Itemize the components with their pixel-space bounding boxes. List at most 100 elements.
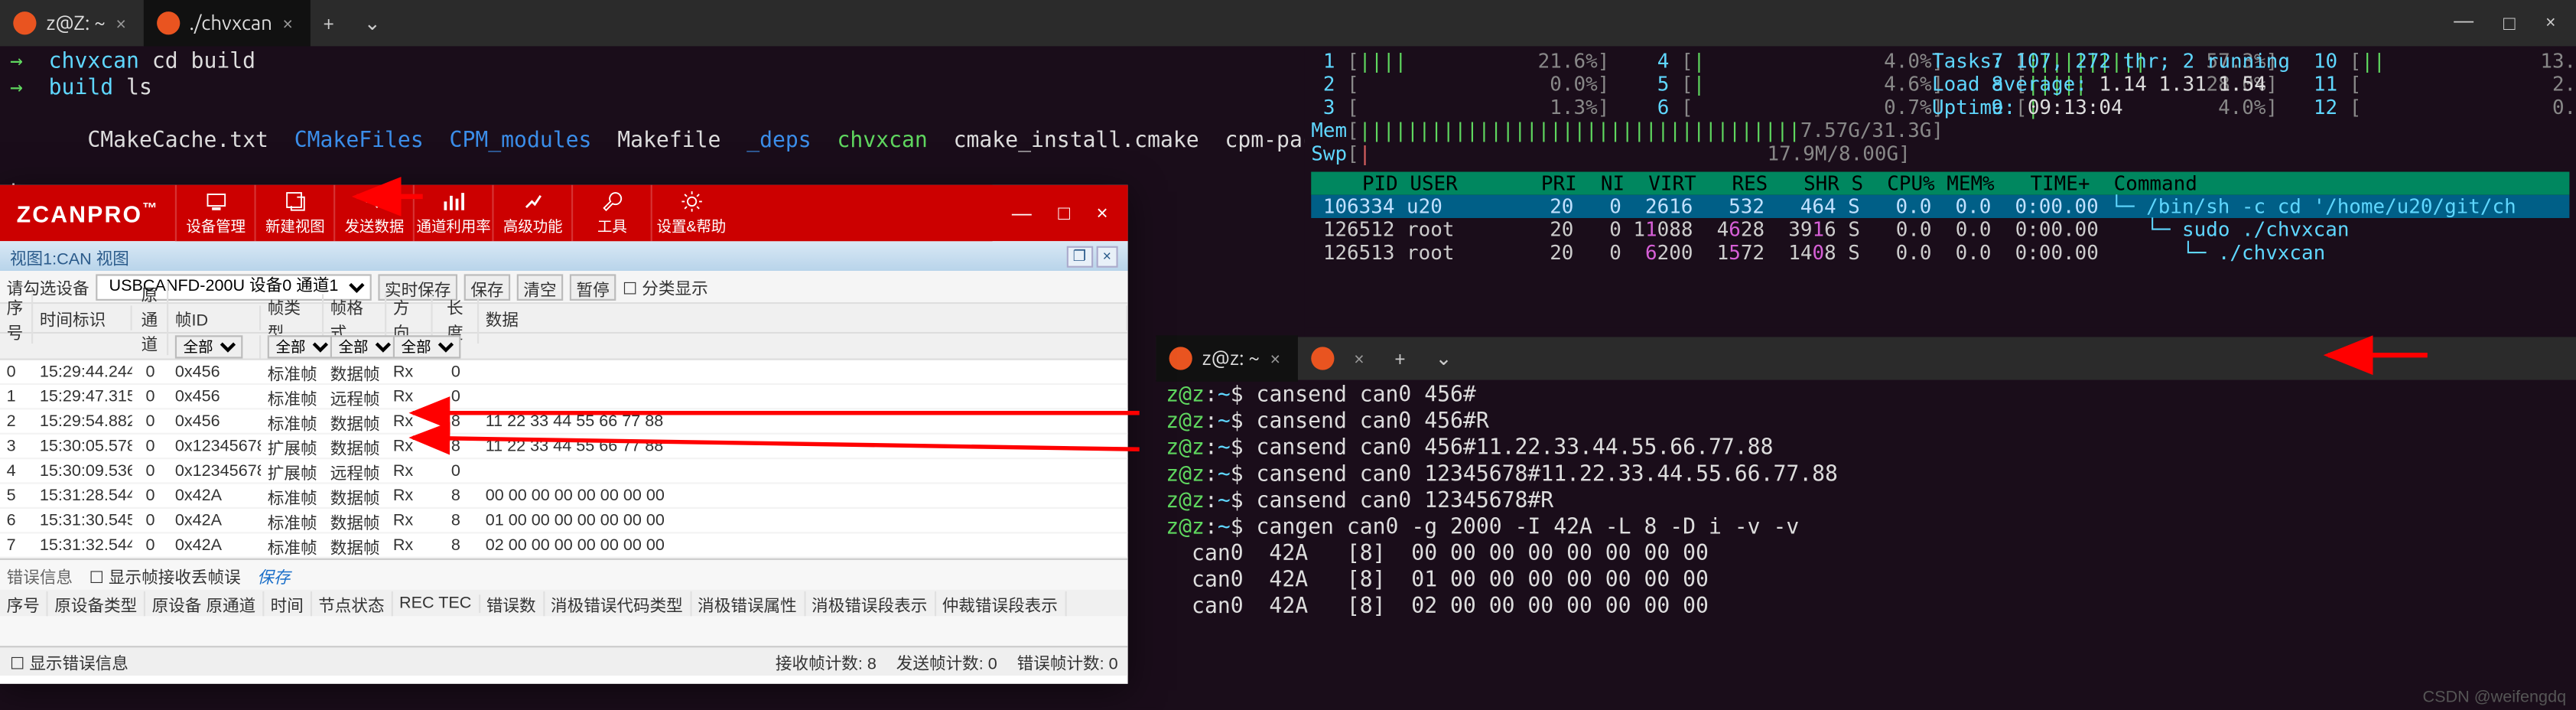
- tab-br-1[interactable]: z@z: ~ ×: [1156, 335, 1297, 381]
- table-row[interactable]: 515:31:28.54400x42A标准帧数据帧Rx800 00 00 00 …: [0, 484, 1128, 509]
- toolbar-send-data[interactable]: 发送数据: [334, 185, 414, 241]
- btn-clear[interactable]: 清空: [517, 273, 563, 300]
- new-tab-button[interactable]: +: [1381, 335, 1423, 381]
- terminal-bottom-right-window: z@z: ~ × × + ⌄ z@z:~$ cansend can0 456#z…: [1156, 337, 2576, 710]
- table-row[interactable]: 115:29:47.31500x456标准帧远程帧Rx0: [0, 385, 1128, 409]
- toolbar-label: 新建视图: [265, 215, 325, 236]
- err-chk[interactable]: 显示帧接收丢帧误: [89, 562, 241, 587]
- table-row[interactable]: 715:31:32.54400x42A标准帧数据帧Rx802 00 00 00 …: [0, 533, 1128, 558]
- htop-row[interactable]: 126513 root 20 0 6200 1572 1408 S 0.0 0.…: [1311, 241, 2569, 264]
- err-header-cell: 原设备 原通道: [145, 591, 264, 615]
- cpu-meter: 5 [| 4.6%]: [1645, 73, 1979, 96]
- htop-panel[interactable]: 1 [|||| 21.6%] 4 [| 4.0%] 7 [|||||||||| …: [1305, 46, 2576, 327]
- titlebar: z@Z: ~ × ./chvxcan × + ⌄ — □ ×: [0, 0, 2576, 46]
- maximize-button[interactable]: □: [2503, 11, 2516, 34]
- err-header-cell: 错误数: [480, 591, 544, 615]
- zcan-subtitle: 视图1:CAN 视图: [10, 243, 129, 268]
- zcan-minimize[interactable]: —: [1002, 198, 1042, 228]
- tab-br-2[interactable]: ×: [1297, 335, 1381, 381]
- zcan-maximize[interactable]: □: [1048, 198, 1080, 228]
- err-save[interactable]: 保存: [257, 562, 290, 587]
- ubuntu-icon: [156, 11, 179, 34]
- zcan-titlebar[interactable]: ZCANPRO™ 设备管理新建视图发送数据通道利用率高级功能工具设置&帮助 — …: [0, 185, 1128, 241]
- zcan-sub-restore[interactable]: ❐: [1066, 246, 1093, 267]
- toolbar-label: 设备管理: [186, 215, 246, 236]
- zcan-filter-bar: 请勾选设备 USBCANFD-200U 设备0 通道1 实时保存 保存 清空 暂…: [0, 271, 1128, 304]
- cpu-meter: 6 [ 0.7%]: [1645, 96, 1979, 119]
- status-chk[interactable]: 显示错误信息: [10, 649, 128, 673]
- toolbar-device-manage[interactable]: 设备管理: [175, 185, 255, 241]
- zcan-filter-row: 全部 全部 全部 全部: [0, 334, 1128, 360]
- zcanpro-window: ZCANPRO™ 设备管理新建视图发送数据通道利用率高级功能工具设置&帮助 — …: [0, 185, 1128, 684]
- zcan-sub-close[interactable]: ×: [1096, 246, 1118, 267]
- table-row[interactable]: 615:31:30.54500x42A标准帧数据帧Rx801 00 00 00 …: [0, 509, 1128, 533]
- table-row[interactable]: 015:29:44.24400x456标准帧数据帧Rx0: [0, 360, 1128, 385]
- close-icon[interactable]: ×: [115, 12, 127, 34]
- terminal-line: z@z:~$ cansend can0 456#11.22.33.44.55.6…: [1166, 436, 2566, 463]
- cpu-meter: 4 [| 4.0%]: [1645, 50, 1979, 73]
- tab-2[interactable]: ./chvxcan ×: [143, 0, 310, 46]
- zcan-subtitle-bar: 视图1:CAN 视图 ❐×: [0, 241, 1128, 271]
- htop-process-list: 106334 u20 20 0 2616 532 464 S 0.0 0.0 0…: [1311, 195, 2569, 265]
- zcan-close[interactable]: ×: [1087, 198, 1118, 228]
- terminal-line: z@z:~$ cansend can0 456#R: [1166, 409, 2566, 436]
- status-rx: 接收帧计数: 8: [776, 649, 877, 673]
- close-icon[interactable]: ×: [1270, 347, 1281, 369]
- minimize-button[interactable]: —: [2454, 11, 2474, 34]
- zcan-err-header: 序号原设备类型原设备 原通道时间节点状态REC TEC错误数消极错误代码类型消极…: [0, 590, 1128, 617]
- zcan-table: 序号 时间标识 原通道 帧ID 帧类型 帧格式 方向 长度 数据 全部 全部 全…: [0, 304, 1128, 558]
- tab-dropdown[interactable]: ⌄: [351, 0, 398, 46]
- chk-classify[interactable]: ☐ 分类显示: [623, 274, 708, 298]
- err-header-cell: 仲裁错误段表示: [935, 591, 1066, 615]
- status-tx: 发送帧计数: 0: [896, 649, 997, 673]
- cpu-meter: 1 [|||| 21.6%]: [1311, 50, 1645, 73]
- ubuntu-icon: [1310, 347, 1333, 370]
- toolbar-label: 高级功能: [503, 215, 563, 236]
- table-row[interactable]: 315:30:05.57800x12345678扩展帧数据帧Rx811 22 3…: [0, 435, 1128, 459]
- close-button[interactable]: ×: [2545, 11, 2556, 34]
- toolbar-settings-help[interactable]: 设置&帮助: [651, 185, 730, 241]
- table-row[interactable]: 215:29:54.88200x456标准帧数据帧Rx811 22 33 44 …: [0, 409, 1128, 434]
- toolbar-label: 通道利用率: [417, 215, 491, 236]
- terminal-bottom-right[interactable]: z@z:~$ cansend can0 456#z@z:~$ cansend c…: [1156, 380, 2576, 625]
- filter-id[interactable]: 全部: [175, 334, 243, 357]
- err-header-cell: 序号: [0, 591, 48, 615]
- new-tab-button[interactable]: +: [310, 0, 351, 46]
- toolbar-tools[interactable]: 工具: [572, 185, 652, 241]
- ubuntu-icon: [1169, 347, 1192, 370]
- toolbar-channel-util[interactable]: 通道利用率: [413, 185, 493, 241]
- toolbar-label: 设置&帮助: [657, 215, 727, 236]
- err-header-cell: 时间: [264, 591, 312, 615]
- close-icon[interactable]: ×: [1354, 347, 1365, 369]
- zcan-statusbar: 显示错误信息 接收帧计数: 8 发送帧计数: 0 错误帧计数: 0: [0, 646, 1128, 676]
- terminal-br-titlebar: z@z: ~ × × + ⌄: [1156, 337, 2576, 379]
- cpu-meter: 10 [|| 13.2%]: [2314, 50, 2576, 73]
- err-header-cell: 消极错误代码类型: [544, 591, 691, 615]
- err-header-cell: REC TEC: [392, 594, 480, 612]
- btn-pause[interactable]: 暂停: [570, 273, 616, 300]
- zcan-table-body: 015:29:44.24400x456标准帧数据帧Rx0115:29:47.31…: [0, 360, 1128, 559]
- cpu-meter: 11 [ 2.0%]: [2314, 73, 2576, 96]
- table-row[interactable]: 415:30:09.53600x12345678扩展帧远程帧Rx0: [0, 459, 1128, 484]
- tab-1[interactable]: z@Z: ~ ×: [0, 0, 143, 46]
- ubuntu-icon: [13, 11, 36, 34]
- htop-row[interactable]: 106334 u20 20 0 2616 532 464 S 0.0 0.0 0…: [1311, 195, 2569, 218]
- tab-dropdown[interactable]: ⌄: [1422, 335, 1469, 381]
- toolbar-new-view[interactable]: 新建视图: [255, 185, 334, 241]
- close-icon[interactable]: ×: [282, 12, 294, 34]
- terminal-line: z@z:~$ cansend can0 456#: [1166, 383, 2566, 410]
- htop-row[interactable]: 126512 root 20 0 11088 4628 3916 S 0.0 0…: [1311, 218, 2569, 241]
- toolbar-label: 发送数据: [345, 215, 405, 236]
- err-title: 错误信息: [7, 562, 73, 587]
- tab-label: z@z: ~: [1202, 347, 1260, 369]
- tab-label: ./chvxcan: [190, 12, 272, 34]
- toolbar-advanced[interactable]: 高级功能: [493, 185, 572, 241]
- terminal-line: can0 42A [8] 01 00 00 00 00 00 00 00: [1166, 568, 2566, 595]
- filter-dir[interactable]: 全部: [393, 334, 461, 357]
- terminal-line: can0 42A [8] 00 00 00 00 00 00 00 00: [1166, 542, 2566, 568]
- err-header-cell: 节点状态: [312, 591, 393, 615]
- htop-header: PID USER PRI NI VIRT RES SHR S CPU% MEM%…: [1311, 172, 2569, 195]
- err-header-cell: 消极错误段表示: [805, 591, 936, 615]
- terminal-line: z@z:~$ cansend can0 12345678#11.22.33.44…: [1166, 463, 2566, 490]
- cpu-meter: 12 [ 0.0%]: [2314, 96, 2576, 119]
